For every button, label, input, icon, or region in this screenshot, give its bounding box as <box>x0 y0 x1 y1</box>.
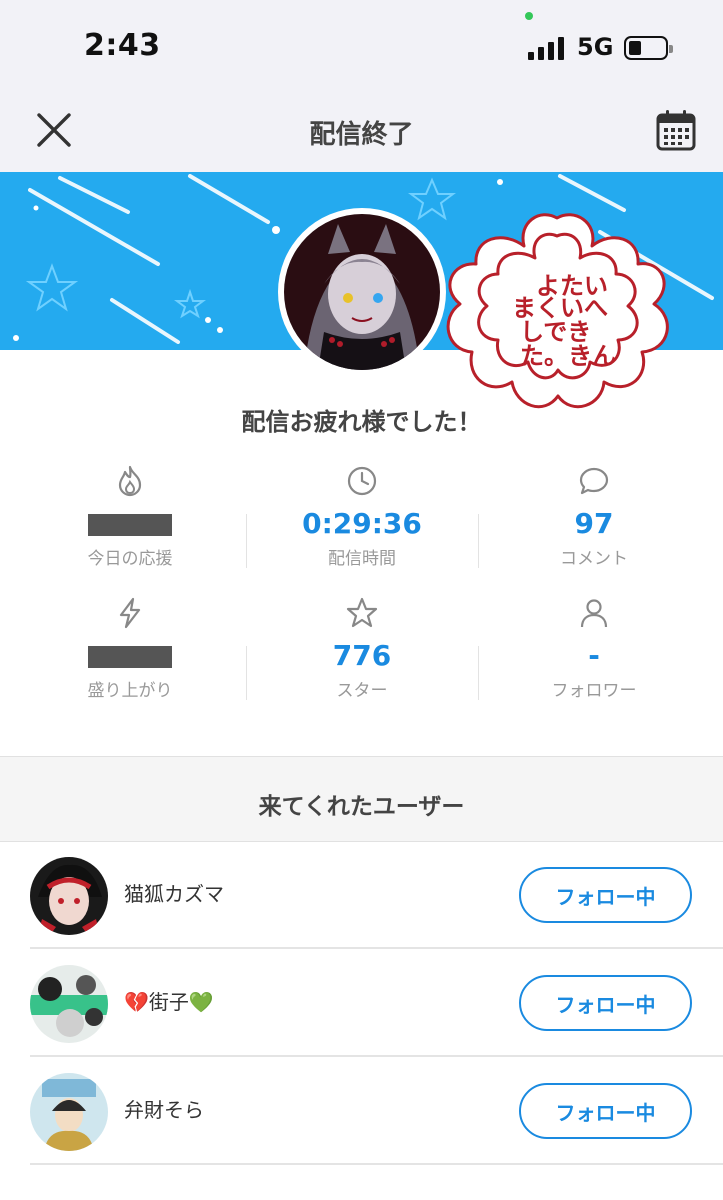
list-item[interactable]: 猫狐カズマ フォロー中 <box>0 841 723 949</box>
stat-today-support: 今日の応援 <box>14 464 246 569</box>
status-time: 2:43 <box>84 28 161 63</box>
user-name[interactable]: 弁財そら <box>124 1094 204 1123</box>
user-avatar[interactable] <box>30 965 108 1043</box>
person-icon <box>580 599 608 628</box>
stat-stars: 776 スター <box>246 596 478 701</box>
stat-value: 97 <box>574 507 614 540</box>
list-item[interactable]: 💔街子💚 フォロー中 <box>0 949 723 1057</box>
network-type: 5G <box>577 33 614 61</box>
clock-icon <box>347 466 377 496</box>
stat-label: 盛り上がり <box>87 681 173 701</box>
stat-label: スター <box>336 681 388 701</box>
stat-label: 配信時間 <box>328 549 396 569</box>
user-avatar[interactable] <box>30 1073 108 1151</box>
stamp-text-line-4: た。きん <box>520 342 616 370</box>
stat-followers: - フォロワー <box>478 596 710 701</box>
redacted-value <box>88 514 172 536</box>
stat-value: - <box>588 639 600 672</box>
avatar-image <box>30 1073 108 1151</box>
avatar-image <box>30 857 108 935</box>
stat-duration: 0:29:36 配信時間 <box>246 464 478 569</box>
calendar-icon[interactable] <box>655 108 697 152</box>
following-button[interactable]: フォロー中 <box>519 1083 692 1139</box>
flame-icon <box>118 465 142 497</box>
stat-label: コメント <box>560 549 628 569</box>
avatar-image <box>30 965 108 1043</box>
visitors-header: 来てくれたユーザー <box>0 756 723 842</box>
stat-comments: 97 コメント <box>478 464 710 569</box>
lightning-icon <box>119 597 141 629</box>
following-button[interactable]: フォロー中 <box>519 867 692 923</box>
section-title: 来てくれたユーザー <box>258 794 465 820</box>
user-name[interactable]: 💔街子💚 <box>124 986 214 1015</box>
avatar-image <box>284 214 440 370</box>
nav-bar: 配信終了 <box>0 96 723 172</box>
stat-label: フォロワー <box>551 681 637 701</box>
streamer-avatar[interactable] <box>278 208 446 376</box>
user-avatar[interactable] <box>30 857 108 935</box>
stat-excitement: 盛り上がり <box>14 596 246 701</box>
comment-icon <box>579 467 609 495</box>
thanks-message: 配信お疲れ様でした！ <box>241 408 482 436</box>
signal-icon <box>528 36 568 60</box>
star-icon <box>346 597 378 628</box>
redacted-value <box>88 646 172 668</box>
page-title: 配信終了 <box>309 120 414 150</box>
stat-label: 今日の応援 <box>87 549 173 569</box>
status-bar: 2:43 5G <box>0 0 723 96</box>
stat-value: 0:29:36 <box>302 507 422 540</box>
stat-value: 776 <box>332 639 392 672</box>
privacy-indicator-dot <box>525 12 533 20</box>
list-item[interactable]: 弁財そら フォロー中 <box>0 1057 723 1165</box>
following-button[interactable]: フォロー中 <box>519 975 692 1031</box>
battery-icon <box>624 36 673 60</box>
user-name[interactable]: 猫狐カズマ <box>124 878 224 907</box>
